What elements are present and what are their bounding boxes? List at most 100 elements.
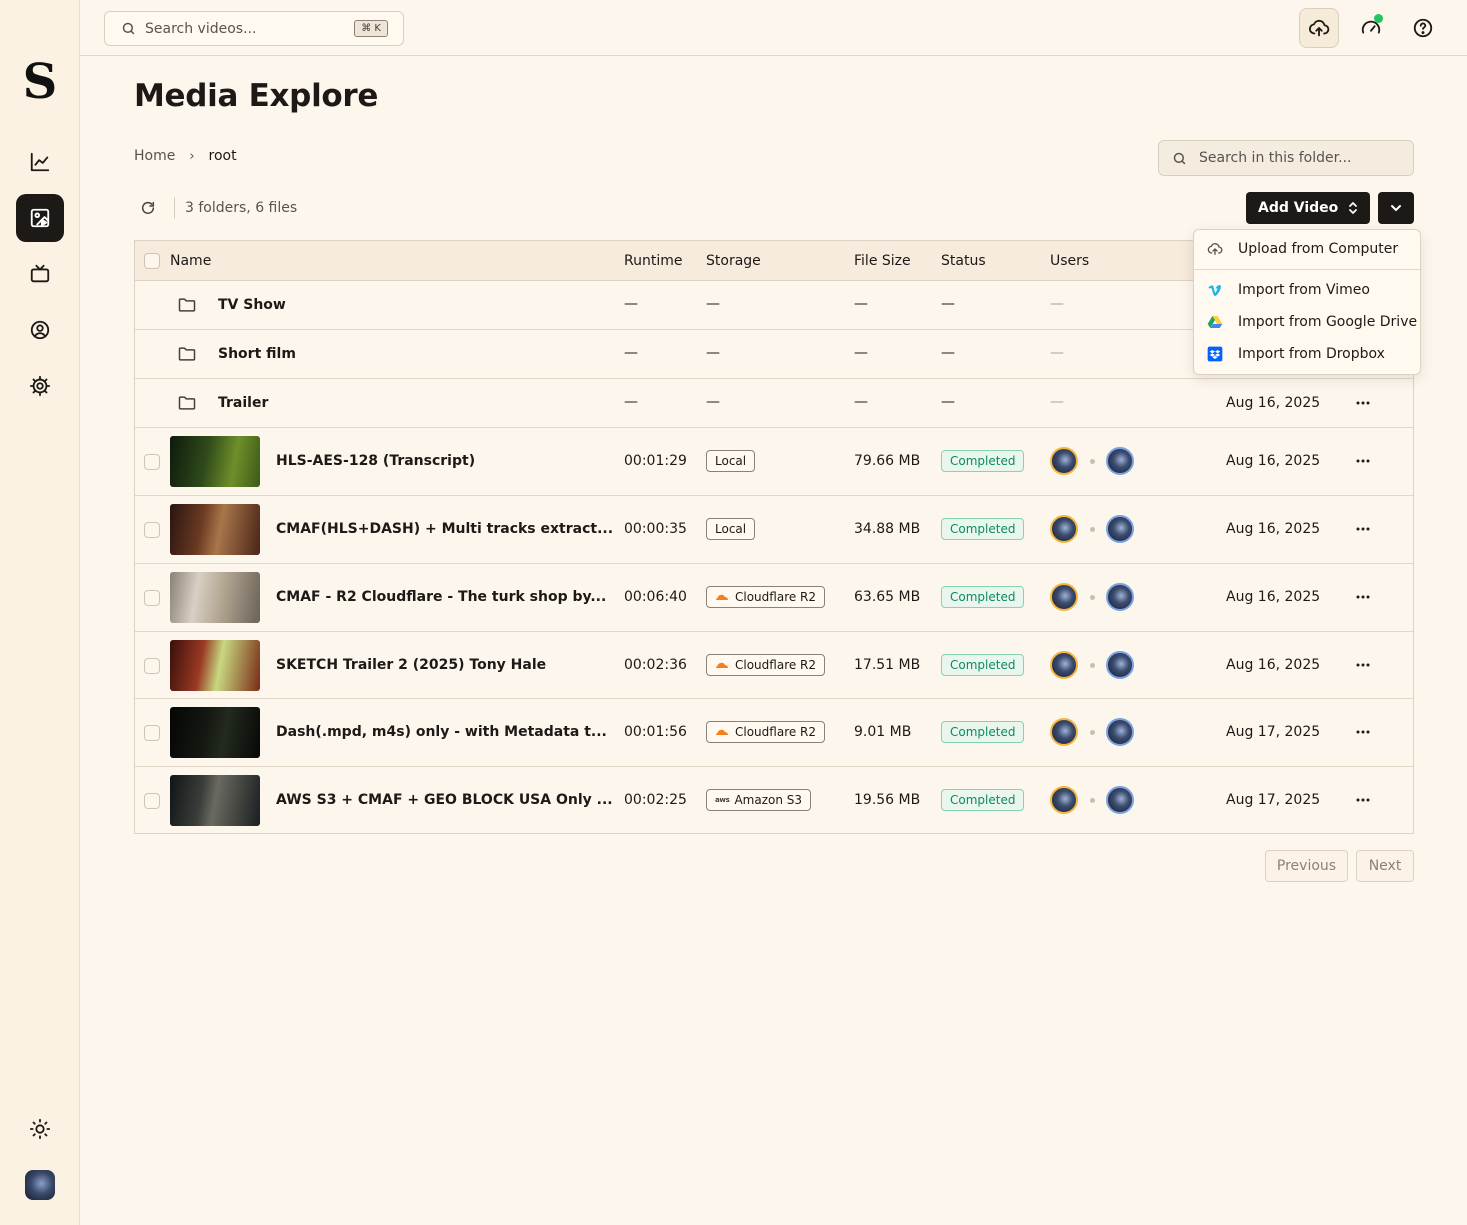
column-name[interactable]: Name <box>170 253 211 269</box>
user-avatar[interactable] <box>1050 786 1078 814</box>
folder-size: — <box>854 296 868 312</box>
row-checkbox[interactable] <box>144 725 160 741</box>
video-thumbnail[interactable] <box>170 504 260 555</box>
file-row[interactable]: Dash(.mpd, m4s) only - with Metadata t..… <box>135 699 1413 767</box>
more-horizontal-icon[interactable] <box>1355 724 1371 740</box>
user-avatar[interactable] <box>1106 651 1134 679</box>
file-name[interactable]: CMAF - R2 Cloudflare - The turk shop by.… <box>276 589 606 605</box>
file-row[interactable]: AWS S3 + CMAF + GEO BLOCK USA Only ... 0… <box>135 767 1413 834</box>
folder-size: — <box>854 394 868 410</box>
file-row[interactable]: CMAF(HLS+DASH) + Multi tracks extract...… <box>135 496 1413 564</box>
status-badge: Completed <box>941 789 1025 811</box>
account-nav-button[interactable] <box>16 306 64 354</box>
menu-item-import-dropbox[interactable]: Import from Dropbox <box>1194 339 1420 369</box>
folder-storage: — <box>706 394 720 410</box>
file-row[interactable]: CMAF - R2 Cloudflare - The turk shop by.… <box>135 564 1413 632</box>
user-avatar[interactable] <box>1106 583 1134 611</box>
logo[interactable]: S <box>22 58 58 106</box>
menu-item-label: Import from Google Drive <box>1238 314 1418 330</box>
refresh-button[interactable] <box>134 194 162 222</box>
refresh-icon <box>141 201 155 214</box>
more-horizontal-icon[interactable] <box>1355 453 1371 469</box>
breadcrumb-current: root <box>208 148 237 164</box>
more-horizontal-icon[interactable] <box>1355 521 1371 537</box>
file-name[interactable]: AWS S3 + CMAF + GEO BLOCK USA Only ... <box>276 792 613 808</box>
file-name[interactable]: CMAF(HLS+DASH) + Multi tracks extract... <box>276 521 613 537</box>
row-checkbox[interactable] <box>144 522 160 538</box>
video-thumbnail[interactable] <box>170 572 260 623</box>
user-avatar[interactable] <box>1050 447 1078 475</box>
folder-size: — <box>854 345 868 361</box>
user-circle-icon <box>30 320 50 340</box>
more-horizontal-icon[interactable] <box>1355 792 1371 808</box>
user-avatar[interactable] <box>1106 718 1134 746</box>
add-video-dropdown-button[interactable] <box>1378 192 1414 224</box>
user-avatar[interactable] <box>1050 515 1078 543</box>
folder-row[interactable]: Trailer — — — — — Aug 16, 2025 <box>135 379 1413 428</box>
menu-item-import-vimeo[interactable]: Import from Vimeo <box>1194 275 1420 305</box>
user-avatar[interactable] <box>1106 515 1134 543</box>
menu-item-upload-computer[interactable]: Upload from Computer <box>1194 234 1420 264</box>
column-file-size[interactable]: File Size <box>854 253 911 269</box>
menu-item-import-google-drive[interactable]: Import from Google Drive <box>1194 307 1420 337</box>
file-name[interactable]: SKETCH Trailer 2 (2025) Tony Hale <box>276 657 546 673</box>
file-runtime: 00:01:29 <box>624 453 687 469</box>
vimeo-icon <box>1206 281 1224 299</box>
column-runtime[interactable]: Runtime <box>624 253 682 269</box>
cloudflare-icon <box>715 662 728 668</box>
folder-storage: — <box>706 296 720 312</box>
file-row[interactable]: HLS-AES-128 (Transcript) 00:01:29 Local … <box>135 428 1413 496</box>
column-users[interactable]: Users <box>1050 253 1089 269</box>
video-thumbnail[interactable] <box>170 775 260 826</box>
column-status[interactable]: Status <box>941 253 986 269</box>
row-checkbox[interactable] <box>144 793 160 809</box>
folder-users: — <box>1050 394 1064 410</box>
video-thumbnail[interactable] <box>170 707 260 758</box>
file-name[interactable]: Dash(.mpd, m4s) only - with Metadata t..… <box>276 724 607 740</box>
file-name[interactable]: HLS-AES-128 (Transcript) <box>276 453 475 469</box>
row-checkbox[interactable] <box>144 658 160 674</box>
folder-name[interactable]: Short film <box>218 346 296 362</box>
usage-button[interactable] <box>1351 8 1391 48</box>
select-all-checkbox[interactable] <box>144 253 160 269</box>
video-thumbnail[interactable] <box>170 436 260 487</box>
more-horizontal-icon[interactable] <box>1355 657 1371 673</box>
user-avatar[interactable] <box>1050 718 1078 746</box>
user-avatar[interactable] <box>1050 583 1078 611</box>
search-icon <box>122 22 135 35</box>
analytics-nav-button[interactable] <box>16 138 64 186</box>
status-dot <box>1374 14 1383 23</box>
more-horizontal-icon[interactable] <box>1355 395 1371 411</box>
row-checkbox[interactable] <box>144 454 160 470</box>
add-video-button[interactable]: Add Video <box>1246 192 1370 224</box>
search-icon <box>1173 152 1186 164</box>
media-nav-button[interactable] <box>16 194 64 242</box>
storage-badge: Cloudflare R2 <box>706 721 826 743</box>
breadcrumb-home[interactable]: Home <box>134 148 175 164</box>
more-horizontal-icon[interactable] <box>1355 589 1371 605</box>
help-button[interactable] <box>1403 8 1443 48</box>
menu-item-label: Import from Vimeo <box>1238 282 1370 298</box>
folder-name[interactable]: Trailer <box>218 395 268 411</box>
user-avatar[interactable] <box>1106 786 1134 814</box>
user-avatar[interactable] <box>25 1170 55 1200</box>
folder-search-input[interactable]: Search in this folder... <box>1158 140 1414 176</box>
folder-status: — <box>941 345 955 361</box>
global-search-input[interactable]: Search videos... ⌘ K <box>104 11 404 46</box>
previous-page-button[interactable]: Previous <box>1265 850 1348 882</box>
storage-label: Cloudflare R2 <box>735 590 817 604</box>
storage-label: Cloudflare R2 <box>735 725 817 739</box>
folder-users: — <box>1050 296 1064 312</box>
next-page-button[interactable]: Next <box>1356 850 1414 882</box>
column-storage[interactable]: Storage <box>706 253 761 269</box>
settings-nav-button[interactable] <box>16 362 64 410</box>
user-avatar[interactable] <box>1106 447 1134 475</box>
row-checkbox[interactable] <box>144 590 160 606</box>
upload-button[interactable] <box>1299 8 1339 48</box>
video-thumbnail[interactable] <box>170 640 260 691</box>
folder-name[interactable]: TV Show <box>218 297 286 313</box>
file-row[interactable]: SKETCH Trailer 2 (2025) Tony Hale 00:02:… <box>135 632 1413 699</box>
user-avatar[interactable] <box>1050 651 1078 679</box>
theme-toggle-button[interactable] <box>16 1105 64 1153</box>
live-nav-button[interactable] <box>16 250 64 298</box>
